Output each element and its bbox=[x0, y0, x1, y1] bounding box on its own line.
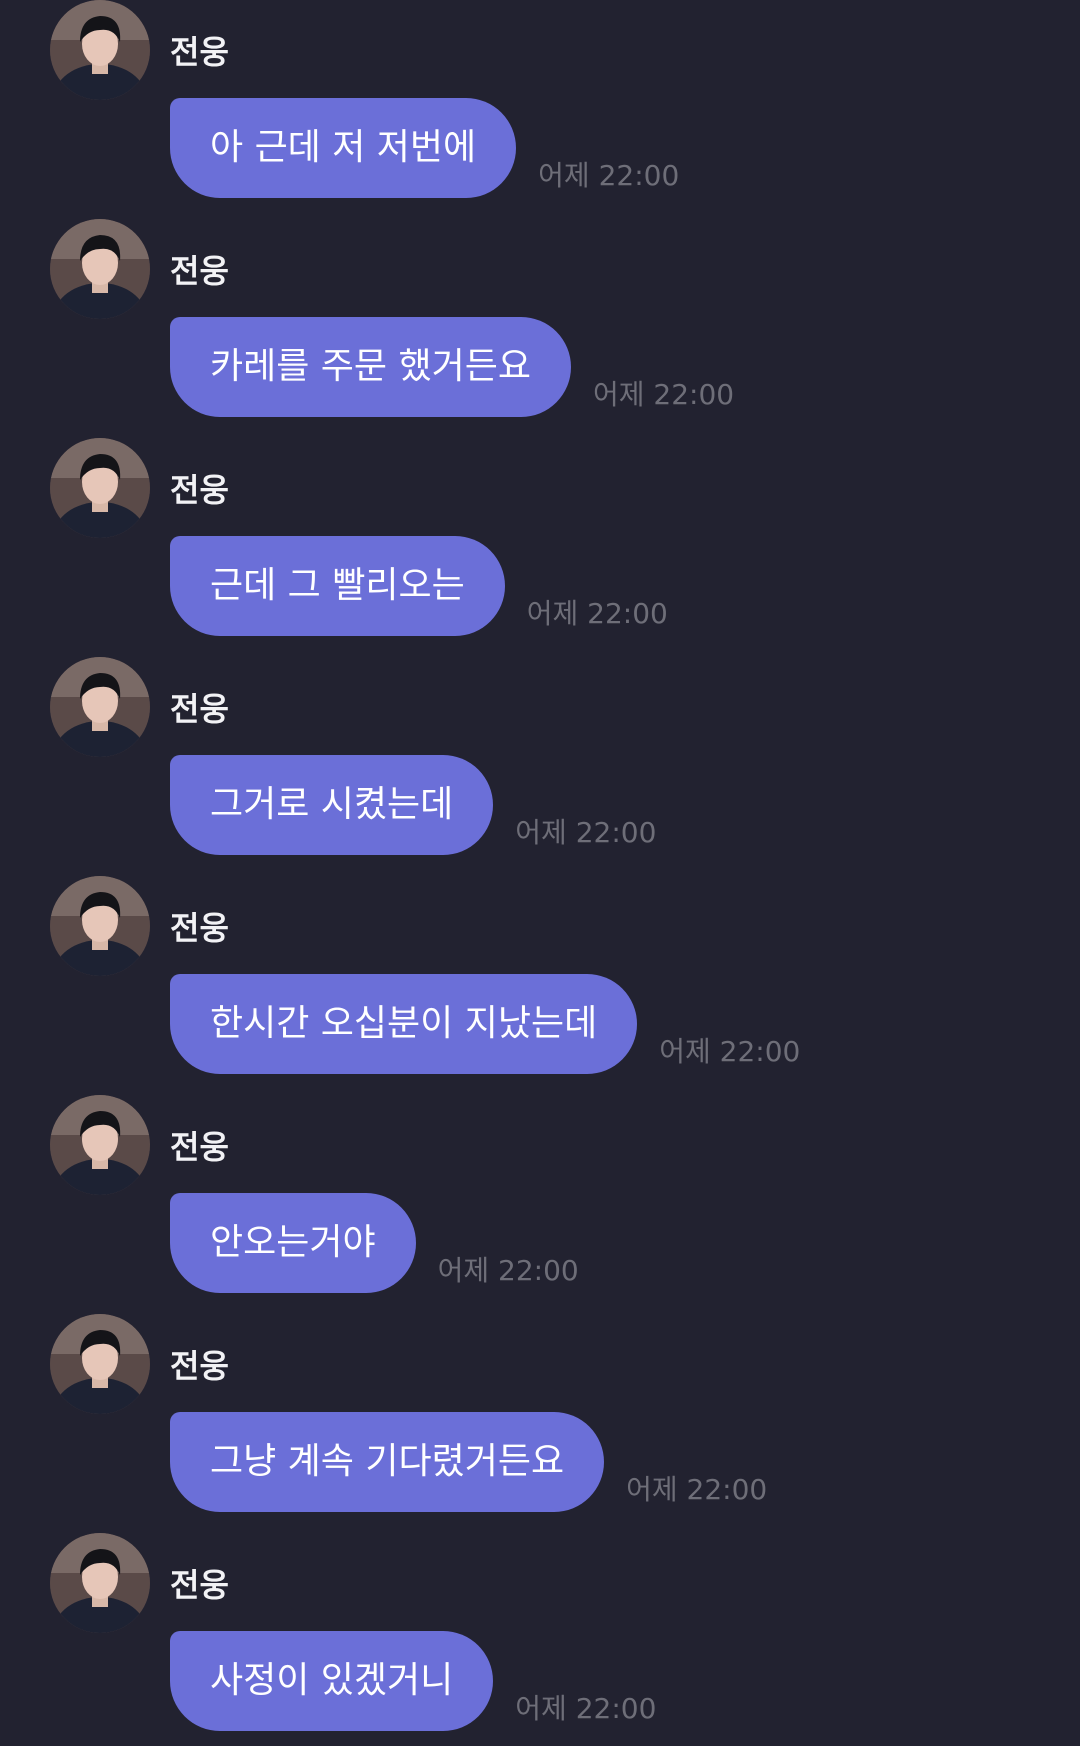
sender-name: 전웅 bbox=[170, 690, 229, 728]
message-item: 전웅 한시간 오십분이 지났는데 어제 22:00 bbox=[0, 876, 1080, 1086]
sender-name: 전웅 bbox=[170, 1128, 229, 1166]
message-bubble[interactable]: 그거로 시켰는데 bbox=[170, 755, 494, 855]
avatar[interactable] bbox=[50, 657, 150, 757]
message-timestamp: 어제 22:00 bbox=[626, 1473, 768, 1506]
message-item: 전웅 그거로 시켰는데 어제 22:00 bbox=[0, 657, 1080, 867]
message-row: 카레를 주문 했거든요 어제 22:00 bbox=[170, 317, 734, 417]
message-row: 근데 그 빨리오는 어제 22:00 bbox=[170, 536, 668, 636]
message-timestamp: 어제 22:00 bbox=[515, 816, 657, 849]
message-bubble[interactable]: 사정이 있겠거니 bbox=[170, 1631, 494, 1731]
message-item: 전웅 안오는거야 어제 22:00 bbox=[0, 1095, 1080, 1305]
message-item: 전웅 그냥 계속 기다렸거든요 어제 22:00 bbox=[0, 1314, 1080, 1524]
sender-name: 전웅 bbox=[170, 909, 229, 947]
message-row: 그거로 시켰는데 어제 22:00 bbox=[170, 755, 656, 855]
message-bubble[interactable]: 카레를 주문 했거든요 bbox=[170, 317, 571, 417]
avatar[interactable] bbox=[50, 1095, 150, 1195]
sender-name: 전웅 bbox=[170, 1566, 229, 1604]
message-bubble[interactable]: 아 근데 저 저번에 bbox=[170, 98, 517, 198]
message-row: 안오는거야 어제 22:00 bbox=[170, 1193, 579, 1293]
message-item: 전웅 아 근데 저 저번에 어제 22:00 bbox=[0, 0, 1080, 210]
message-row: 사정이 있겠거니 어제 22:00 bbox=[170, 1631, 656, 1731]
message-bubble[interactable]: 한시간 오십분이 지났는데 bbox=[170, 974, 638, 1074]
message-bubble[interactable]: 그냥 계속 기다렸거든요 bbox=[170, 1412, 605, 1512]
sender-name: 전웅 bbox=[170, 33, 229, 71]
message-timestamp: 어제 22:00 bbox=[437, 1254, 579, 1287]
message-item: 전웅 사정이 있겠거니 어제 22:00 bbox=[0, 1533, 1080, 1743]
message-item: 전웅 근데 그 빨리오는 어제 22:00 bbox=[0, 438, 1080, 648]
avatar[interactable] bbox=[50, 0, 150, 100]
message-row: 한시간 오십분이 지났는데 어제 22:00 bbox=[170, 974, 800, 1074]
message-timestamp: 어제 22:00 bbox=[515, 1692, 657, 1725]
sender-name: 전웅 bbox=[170, 252, 229, 290]
message-timestamp: 어제 22:00 bbox=[659, 1035, 801, 1068]
message-timestamp: 어제 22:00 bbox=[592, 378, 735, 411]
avatar[interactable] bbox=[50, 876, 150, 976]
sender-name: 전웅 bbox=[170, 1347, 229, 1385]
chat-message-list[interactable]: 전웅 아 근데 저 저번에 어제 22:00 전웅 카레를 주문 했거든요 어제… bbox=[0, 0, 1080, 1746]
avatar[interactable] bbox=[50, 1314, 150, 1414]
message-bubble[interactable]: 근데 그 빨리오는 bbox=[170, 536, 505, 636]
message-timestamp: 어제 22:00 bbox=[538, 159, 680, 192]
sender-name: 전웅 bbox=[170, 471, 229, 509]
avatar[interactable] bbox=[50, 219, 150, 319]
avatar[interactable] bbox=[50, 438, 150, 538]
avatar[interactable] bbox=[50, 1533, 150, 1633]
message-item: 전웅 카레를 주문 했거든요 어제 22:00 bbox=[0, 219, 1080, 429]
message-row: 그냥 계속 기다렸거든요 어제 22:00 bbox=[170, 1412, 767, 1512]
message-bubble[interactable]: 안오는거야 bbox=[170, 1193, 416, 1293]
message-timestamp: 어제 22:00 bbox=[526, 597, 668, 630]
message-row: 아 근데 저 저번에 어제 22:00 bbox=[170, 98, 679, 198]
